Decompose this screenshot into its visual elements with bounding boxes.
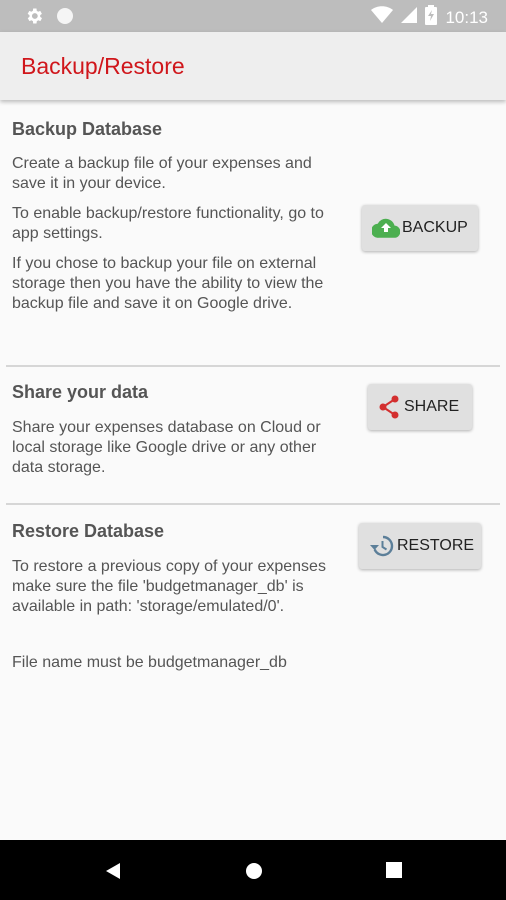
signal-icon — [401, 7, 418, 28]
share-section: Share your data Share your expenses data… — [0, 368, 506, 506]
share-button[interactable]: SHARE — [368, 384, 472, 430]
restore-button[interactable]: RESTORE — [359, 523, 481, 569]
backup-button-label: BACKUP — [402, 219, 468, 236]
backup-settings-note: To enable backup/restore functionality, … — [12, 205, 324, 242]
app-bar: Backup/Restore — [0, 32, 506, 100]
share-icon — [378, 395, 400, 419]
restore-description: To restore a previous copy of your expen… — [12, 558, 326, 615]
home-icon[interactable] — [244, 861, 264, 886]
restore-button-label: RESTORE — [397, 537, 475, 554]
gear-icon — [24, 6, 44, 31]
share-section-title: Share your data — [12, 382, 149, 402]
backup-button[interactable]: BACKUP — [362, 205, 478, 251]
restore-history-icon — [369, 534, 395, 558]
status-time: 10:13 — [445, 7, 488, 27]
restore-filename-note: File name must be budgetmanager_db — [12, 654, 287, 671]
backup-section-title: Backup Database — [12, 119, 163, 139]
content: Backup Database Create a backup file of … — [0, 100, 506, 840]
divider — [6, 503, 500, 505]
restore-section: Restore Database To restore a previous c… — [0, 506, 506, 706]
backup-description: Create a backup file of your expenses an… — [12, 155, 312, 192]
wifi-icon — [371, 6, 394, 29]
backup-external-note: If you chose to backup your file on exte… — [12, 255, 324, 312]
navigation-bar — [0, 840, 506, 900]
back-icon[interactable] — [104, 861, 122, 886]
circle-icon — [56, 7, 74, 30]
cloud-upload-icon — [372, 218, 400, 238]
battery-icon — [425, 5, 438, 30]
status-bar: 10:13 — [0, 0, 506, 32]
share-description: Share your expenses database on Cloud or… — [12, 419, 321, 476]
backup-section: Backup Database Create a backup file of … — [0, 100, 506, 368]
restore-section-title: Restore Database — [12, 521, 165, 541]
recents-icon[interactable] — [385, 861, 403, 884]
page-title: Backup/Restore — [21, 53, 185, 79]
divider — [6, 365, 500, 367]
share-button-label: SHARE — [404, 398, 460, 415]
